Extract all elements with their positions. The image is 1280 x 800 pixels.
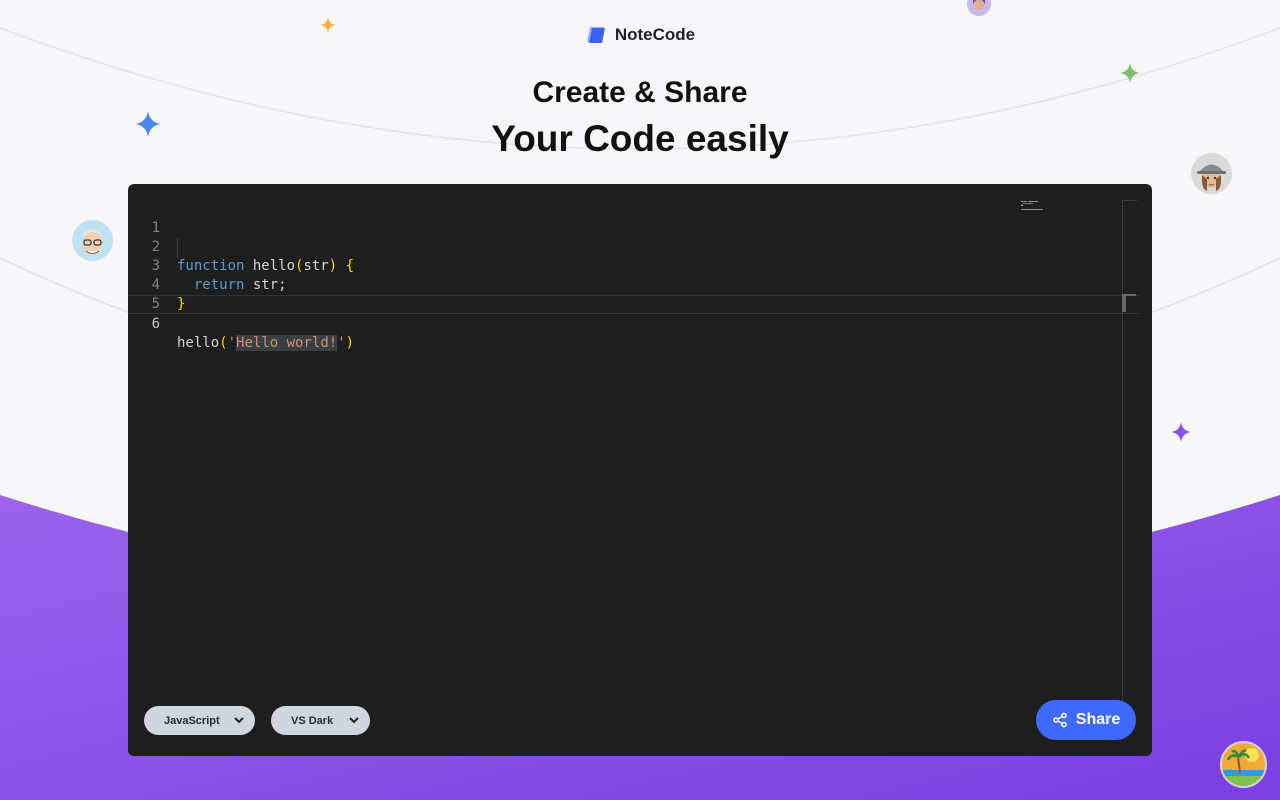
language-select-label: JavaScript xyxy=(164,714,220,727)
notecode-logo-icon xyxy=(586,27,605,43)
purple-sparkle-icon xyxy=(1171,422,1191,442)
vertical-scrollbar[interactable] xyxy=(1122,200,1137,701)
code-text: hello('Hello world!') xyxy=(177,335,355,351)
avatar-beach xyxy=(1220,741,1267,788)
language-select[interactable]: JavaScript xyxy=(144,706,255,735)
share-icon xyxy=(1053,712,1067,728)
brand-name: NoteCode xyxy=(614,25,696,44)
headline-line-1: Create & Share xyxy=(532,76,748,109)
blue-sparkle-icon xyxy=(135,111,161,137)
headline-line-2: Your Code easily xyxy=(491,118,789,159)
code-line[interactable]: 2 function hello(str) { xyxy=(128,219,1140,274)
share-button-label: Share xyxy=(1075,711,1121,728)
theme-select-label: VS Dark xyxy=(291,714,334,727)
avatar-memoji-glasses xyxy=(72,220,113,261)
chevron-down-icon xyxy=(234,717,244,724)
code-line[interactable]: 4 } xyxy=(128,257,1140,312)
theme-select[interactable]: VS Dark xyxy=(271,706,370,735)
share-button[interactable]: Share xyxy=(1036,700,1136,740)
minimap[interactable] xyxy=(1021,200,1045,214)
orange-sparkle-icon xyxy=(320,17,336,33)
code-line[interactable]: 5 xyxy=(128,276,1140,312)
green-sparkle-icon xyxy=(1120,63,1140,83)
line-number: 6 xyxy=(151,316,160,332)
avatar-memoji-hat xyxy=(1191,153,1232,194)
code-line[interactable]: 1 xyxy=(128,200,1140,236)
scrollbar-cursor-marker xyxy=(1122,294,1126,312)
code-editor[interactable]: 1 2 function hello(str) { 3 return str; … xyxy=(128,184,1152,756)
code-line[interactable]: 3 return str; xyxy=(128,238,1140,293)
chevron-down-icon xyxy=(349,717,359,724)
code-line-current[interactable]: 6 hello('Hello world!') xyxy=(128,295,1140,351)
brand: NoteCode xyxy=(0,24,1280,46)
